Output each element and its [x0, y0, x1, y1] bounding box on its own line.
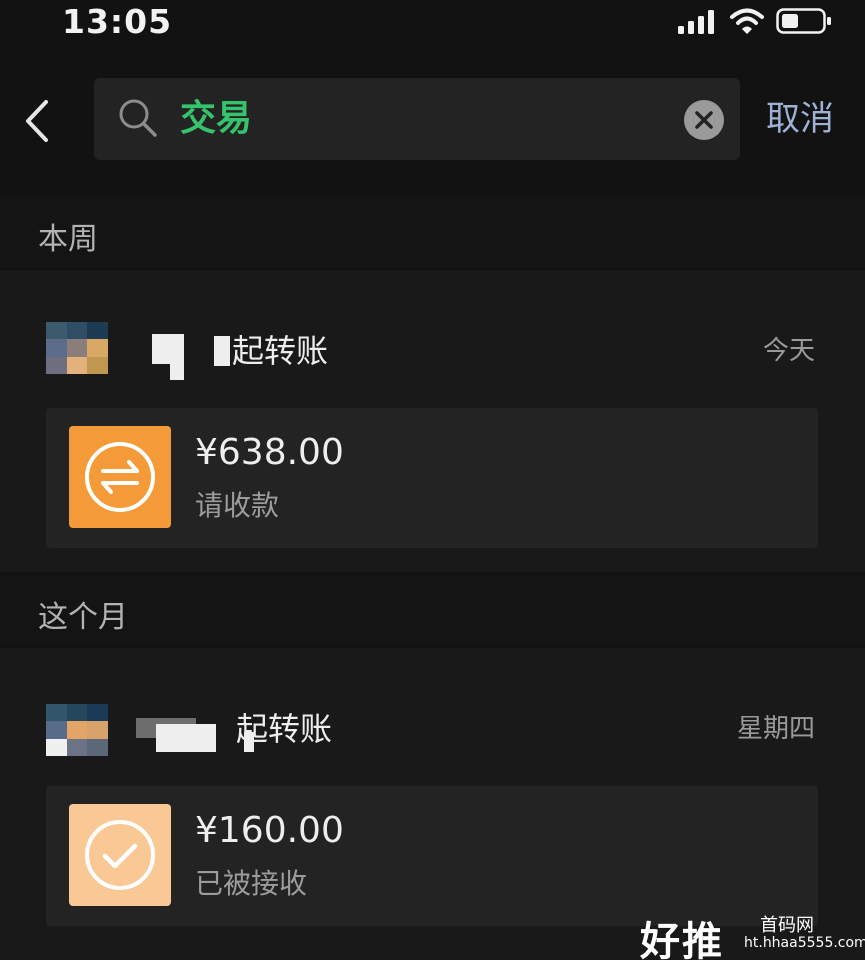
- back-chevron-icon[interactable]: [16, 96, 60, 146]
- clear-icon[interactable]: [684, 100, 724, 140]
- section-label: 本周: [38, 222, 98, 257]
- redacted-sender-name: [170, 350, 184, 380]
- transfer-amount: ¥160.00: [195, 810, 344, 851]
- entry-date: 星期四: [736, 714, 815, 744]
- search-query[interactable]: 交易: [180, 94, 252, 144]
- transfer-status: 已被接收: [195, 867, 308, 900]
- watermark-logo: 好推: [640, 919, 724, 960]
- transaction-entry[interactable]: 起转账 今天 ¥638.00 请收款: [0, 270, 865, 572]
- cancel-button[interactable]: 取消: [766, 94, 834, 144]
- transfer-icon-tile: [69, 426, 171, 528]
- search-field[interactable]: 交易: [94, 78, 740, 160]
- watermark-title: 首码网: [760, 915, 814, 936]
- avatar[interactable]: [46, 704, 108, 756]
- cellular-signal-icon: [678, 10, 714, 34]
- received-icon-tile: [69, 804, 171, 906]
- avatar[interactable]: [46, 322, 108, 374]
- watermark-url: ht.hhaa5555.com: [744, 935, 865, 951]
- transfer-card[interactable]: ¥638.00 请收款: [46, 408, 818, 548]
- transfer-amount: ¥638.00: [195, 432, 344, 473]
- section-header-this-week: 本周: [0, 196, 865, 268]
- entry-title: 起转账: [236, 710, 333, 748]
- watermark: 好推 首码网 ht.hhaa5555.com: [640, 905, 865, 960]
- redacted-sender-name: [214, 336, 230, 366]
- transfer-status: 请收款: [195, 489, 280, 522]
- entry-date: 今天: [762, 336, 815, 366]
- battery-icon: [776, 8, 831, 34]
- transfer-arrows-icon: [85, 442, 155, 512]
- checkmark-icon: [85, 820, 155, 890]
- redacted-sender-name: [156, 724, 216, 752]
- wechat-search-page: 13:05 交易 取消 本周 起转账 今天 ¥638.00 请收款 这个月 起转…: [0, 0, 865, 960]
- wifi-icon: [730, 8, 764, 34]
- section-label: 这个月: [38, 600, 128, 635]
- status-time: 13:05: [62, 2, 173, 41]
- entry-title: 起转账: [232, 332, 329, 370]
- status-bar: 13:05: [0, 0, 865, 48]
- search-icon: [119, 99, 157, 137]
- section-header-this-month: 这个月: [0, 574, 865, 646]
